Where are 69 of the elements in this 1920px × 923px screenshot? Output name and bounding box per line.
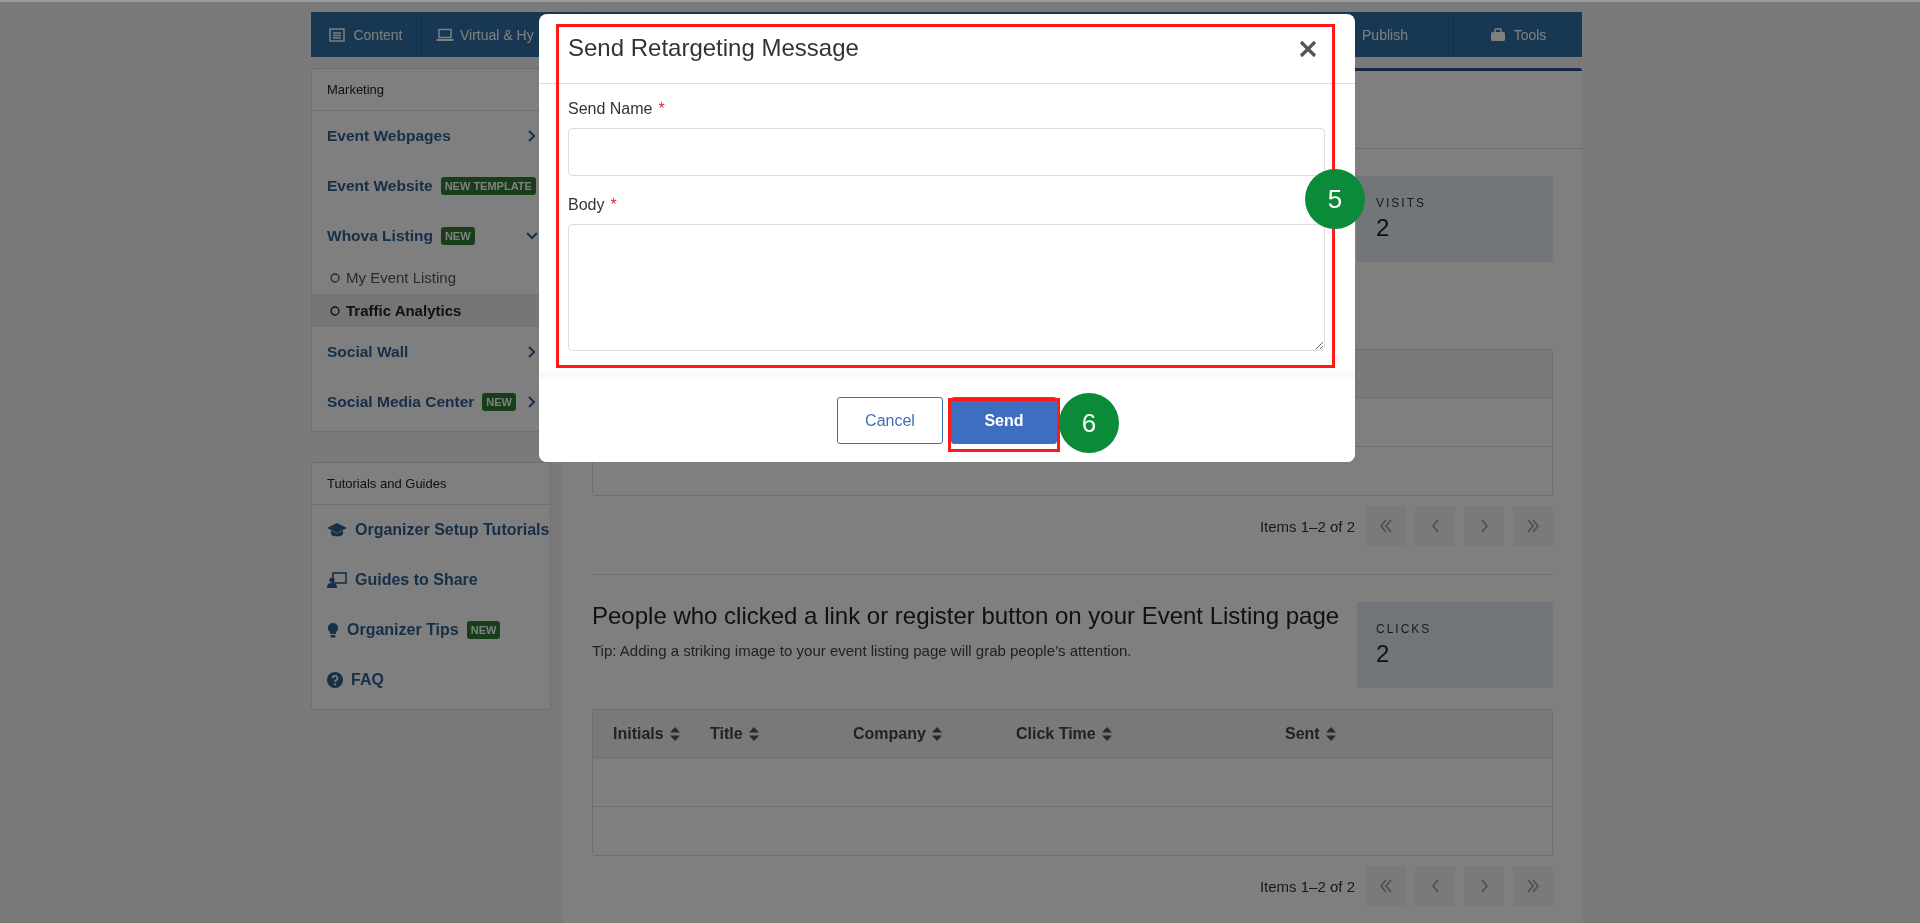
column-header[interactable]: Click Time <box>1016 724 1112 743</box>
chevron-right-icon <box>1480 879 1488 893</box>
sidebar-item[interactable]: Organizer Tips NEW <box>312 605 550 655</box>
laptop-icon <box>436 27 454 42</box>
previous-page-button[interactable] <box>1415 506 1455 546</box>
required-mark: * <box>610 196 617 214</box>
previous-page-button[interactable] <box>1415 866 1455 906</box>
double-chevron-left-icon <box>1380 519 1392 533</box>
sidebar-subitem[interactable]: My Event Listing <box>312 261 550 294</box>
double-chevron-left-icon <box>1380 879 1392 893</box>
pagination-info: Items 1–2 of 2 <box>1259 877 1355 895</box>
lightbulb-icon <box>327 621 339 639</box>
input-field[interactable] <box>568 128 1325 176</box>
new-badge: NEW <box>466 621 501 639</box>
sidebar-item[interactable]: Guides to Share <box>312 555 550 605</box>
graduation-cap-icon <box>327 522 347 538</box>
chevron-right-icon <box>1480 519 1488 533</box>
sort-icon <box>1325 726 1336 741</box>
new-badge: NEW <box>440 227 475 245</box>
presenter-icon <box>327 572 347 588</box>
nav-tab[interactable]: Content <box>311 12 422 57</box>
column-header[interactable]: Initials <box>613 724 680 743</box>
sort-icon <box>1101 726 1112 741</box>
new-badge: NEW TEMPLATE <box>440 177 536 195</box>
column-header[interactable]: Title <box>710 724 759 743</box>
required-mark: * <box>658 100 665 118</box>
stat-label: VISITS <box>1376 196 1427 210</box>
column-header[interactable]: Sent <box>1285 724 1336 743</box>
cancel-button[interactable]: Cancel <box>837 397 943 444</box>
sidebar-item[interactable]: Whova Listing NEW <box>312 211 550 261</box>
stat-value: 2 <box>1376 640 1391 668</box>
sidebar-item[interactable]: Event Website NEW TEMPLATE <box>312 161 550 211</box>
double-chevron-right-icon <box>1527 879 1539 893</box>
circle-icon <box>330 272 340 283</box>
nav-tab[interactable]: Tools <box>1454 12 1582 57</box>
sidebar-item[interactable]: Social Media Center NEW <box>312 377 550 427</box>
column-header[interactable]: Company <box>853 724 942 743</box>
sidebar-item[interactable]: Organizer Setup Tutorials <box>312 505 550 555</box>
sort-icon <box>748 726 759 741</box>
double-chevron-right-icon <box>1527 519 1539 533</box>
first-page-button[interactable] <box>1366 506 1406 546</box>
pagination-info: Items 1–2 of 2 <box>1259 517 1355 535</box>
list-icon <box>329 27 346 42</box>
chevron-left-icon <box>1431 519 1439 533</box>
new-badge: NEW <box>482 393 516 411</box>
help-icon <box>327 672 343 688</box>
sidebar-item[interactable]: Event Webpages <box>312 111 550 161</box>
first-page-button[interactable] <box>1366 866 1406 906</box>
next-page-button[interactable] <box>1464 506 1504 546</box>
sort-icon <box>931 726 942 741</box>
chevron-left-icon <box>1431 879 1439 893</box>
field-label: Send Name <box>568 100 653 118</box>
last-page-button[interactable] <box>1513 506 1553 546</box>
next-page-button[interactable] <box>1464 866 1504 906</box>
circle-icon <box>330 305 340 316</box>
close-icon <box>1299 40 1317 58</box>
textarea-field[interactable] <box>568 224 1325 351</box>
tip-text: Tip: Adding a striking image to your event listing page will grab people’s attention. <box>592 642 1133 659</box>
last-page-button[interactable] <box>1513 866 1553 906</box>
section-heading: People who clicked a link or register button on your Event Listing page <box>592 602 1340 630</box>
stat-value: 2 <box>1376 214 1391 242</box>
sort-icon <box>669 726 680 741</box>
sidebar-item[interactable]: Social Wall <box>312 327 550 377</box>
sidebar-item[interactable]: FAQ <box>312 655 550 705</box>
briefcase-icon <box>1489 27 1506 42</box>
panel-title: Tutorials and Guides <box>312 463 550 505</box>
field-label: Body <box>568 196 605 214</box>
stat-label: CLICKS <box>1376 622 1433 636</box>
send-button[interactable]: Send <box>951 397 1057 444</box>
